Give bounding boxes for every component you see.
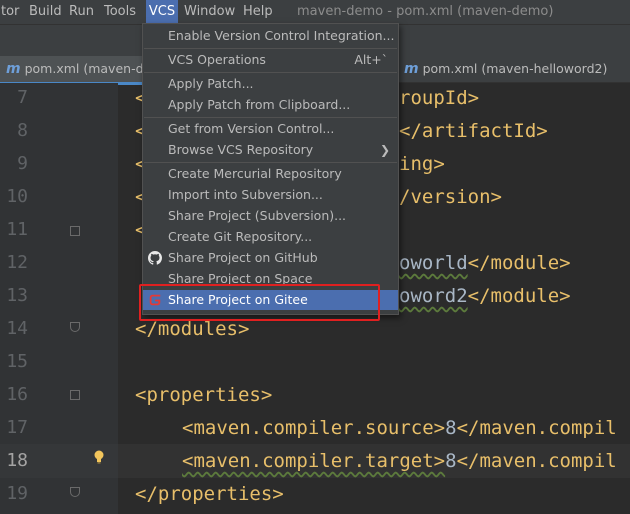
code-line-19: </properties>	[135, 483, 284, 505]
tab-pom-maven-demo[interactable]: m pom.xml (maven-de	[0, 56, 160, 85]
annotation-highlight-box	[139, 284, 380, 321]
menu-item-get-from-vcs[interactable]: Get from Version Control...	[143, 119, 398, 139]
maven-icon: m	[404, 61, 419, 77]
menu-tools[interactable]: Tools	[103, 0, 137, 24]
maven-icon: m	[6, 61, 21, 77]
line-number: 14	[6, 318, 28, 339]
menu-help[interactable]: Help	[242, 0, 274, 24]
line-number: 9	[17, 153, 28, 174]
code-line-17: <maven.compiler.source>8</maven.compil	[182, 417, 617, 439]
code-line-10: /version>	[399, 186, 502, 208]
line-number: 13	[6, 285, 28, 306]
shortcut-label: Alt+`	[354, 52, 388, 67]
window-title: maven-demo - pom.xml (maven-demo)	[297, 4, 554, 19]
line-number: 8	[17, 120, 28, 141]
menu-separator	[144, 72, 397, 73]
code-line-14: </modules>	[135, 318, 250, 340]
menu-item-apply-patch[interactable]: Apply Patch...	[143, 74, 398, 94]
tag-value: 8	[445, 450, 457, 472]
tab-label: pom.xml (maven-helloword2)	[422, 61, 608, 76]
open-tag: <maven.compiler.target>	[182, 450, 446, 472]
fold-marker[interactable]	[70, 322, 80, 332]
close-tag: </maven.compil	[456, 450, 617, 472]
menu-item-vcs-operations[interactable]: VCS Operations Alt+`	[143, 50, 398, 70]
line-number: 10	[6, 186, 28, 207]
module-name: oword2	[399, 285, 468, 307]
menu-build[interactable]: Build	[28, 0, 63, 24]
menu-item-enable-vcs[interactable]: Enable Version Control Integration...	[143, 26, 398, 46]
menu-item-share-github[interactable]: Share Project on GitHub	[143, 248, 398, 268]
tag-value: 8	[445, 417, 457, 439]
tab-pom-maven-helloword2[interactable]: m pom.xml (maven-helloword2)	[404, 56, 607, 82]
menu-separator	[144, 48, 397, 49]
open-tag: <maven.compiler.source>	[182, 417, 446, 439]
code-line-9: ing>	[399, 153, 445, 175]
menu-tools-partial[interactable]: tor	[0, 0, 20, 24]
menu-item-browse-vcs[interactable]: Browse VCS Repository ❯	[143, 140, 398, 160]
menu-item-share-subversion[interactable]: Share Project (Subversion)...	[143, 206, 398, 226]
fold-marker[interactable]	[70, 487, 80, 497]
menu-item-create-git[interactable]: Create Git Repository...	[143, 227, 398, 247]
close-tag: </module>	[467, 285, 571, 307]
vcs-dropdown-menu: Enable Version Control Integration... VC…	[142, 23, 399, 315]
menu-separator	[144, 117, 397, 118]
line-number: 11	[6, 219, 28, 240]
line-number: 15	[6, 351, 28, 372]
lightbulb-icon[interactable]	[93, 450, 105, 464]
line-number: 7	[17, 87, 28, 108]
tab-label: pom.xml (maven-de	[24, 61, 152, 76]
fold-marker[interactable]	[70, 390, 80, 400]
line-number: 16	[6, 384, 28, 405]
menu-run[interactable]: Run	[68, 0, 95, 24]
code-line-18: <maven.compiler.target>8</maven.compil	[182, 450, 617, 472]
line-number: 19	[6, 483, 28, 504]
module-name: oworld	[399, 252, 468, 274]
close-tag: </maven.compil	[456, 417, 617, 439]
line-number: 12	[6, 252, 28, 273]
close-tag: </module>	[467, 252, 571, 274]
menu-window[interactable]: Window	[183, 0, 236, 24]
code-line-7: roupId>	[399, 87, 480, 109]
chevron-right-icon: ❯	[379, 143, 390, 157]
fold-marker[interactable]	[70, 226, 80, 236]
line-number: 17	[6, 417, 28, 438]
code-line-13: oword2</module>	[399, 285, 571, 307]
menu-vcs[interactable]: VCS	[146, 0, 178, 24]
code-line-16: <properties>	[135, 384, 273, 406]
menu-item-apply-patch-clipboard[interactable]: Apply Patch from Clipboard...	[143, 95, 398, 115]
menu-separator	[144, 162, 397, 163]
code-line-12: oworld</module>	[399, 252, 571, 274]
menu-item-create-mercurial[interactable]: Create Mercurial Repository	[143, 164, 398, 184]
line-number-current: 18	[6, 450, 28, 471]
menu-bar: tor Build Run Tools VCS Window Help mave…	[0, 0, 630, 24]
github-icon	[148, 251, 162, 265]
code-line-8: </artifactId>	[399, 120, 548, 142]
menu-item-import-subversion[interactable]: Import into Subversion...	[143, 185, 398, 205]
